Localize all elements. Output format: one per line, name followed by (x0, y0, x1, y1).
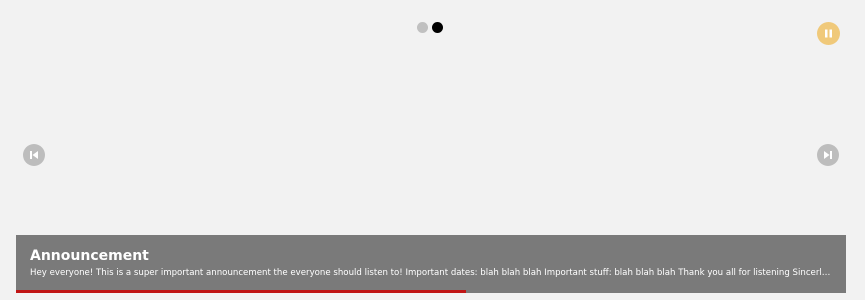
announcement-caption: Announcement Hey everyone! This is a sup… (16, 235, 846, 293)
slide-dot-2-active[interactable] (432, 22, 443, 33)
skip-next-icon (824, 151, 832, 159)
caption-text: Hey everyone! This is a super important … (30, 268, 832, 278)
slide-indicator (417, 22, 443, 33)
slide-dot-1[interactable] (417, 22, 428, 33)
skip-previous-icon (30, 151, 38, 159)
next-slide-button[interactable] (817, 144, 839, 166)
slide-progress-bar (16, 290, 846, 293)
announcement-carousel: Announcement Hey everyone! This is a sup… (0, 0, 865, 300)
pause-icon (825, 29, 832, 38)
slide-progress-fill (16, 290, 466, 293)
previous-slide-button[interactable] (23, 144, 45, 166)
pause-button[interactable] (817, 22, 840, 45)
caption-title: Announcement (30, 248, 149, 264)
